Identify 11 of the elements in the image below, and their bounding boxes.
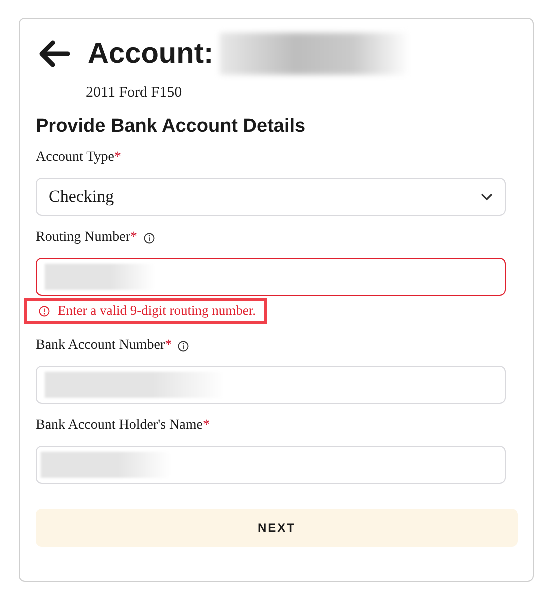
field-label: Account Type* [36, 150, 122, 166]
section-heading: Provide Bank Account Details [36, 116, 307, 138]
vehicle-subtitle: 2011 Ford F150 [86, 85, 184, 102]
account-type-dropdown[interactable]: Checking [36, 178, 506, 216]
selected-value: Checking [49, 187, 114, 207]
error-message: Enter a valid 9-digit routing number. [58, 303, 256, 319]
page-title: Account: [88, 38, 214, 70]
next-button[interactable]: NEXT [36, 509, 518, 547]
field-label: Bank Account Holder's Name* [36, 418, 210, 434]
field-label: Bank Account Number* [36, 338, 172, 354]
field-label: Routing Number* [36, 230, 138, 246]
